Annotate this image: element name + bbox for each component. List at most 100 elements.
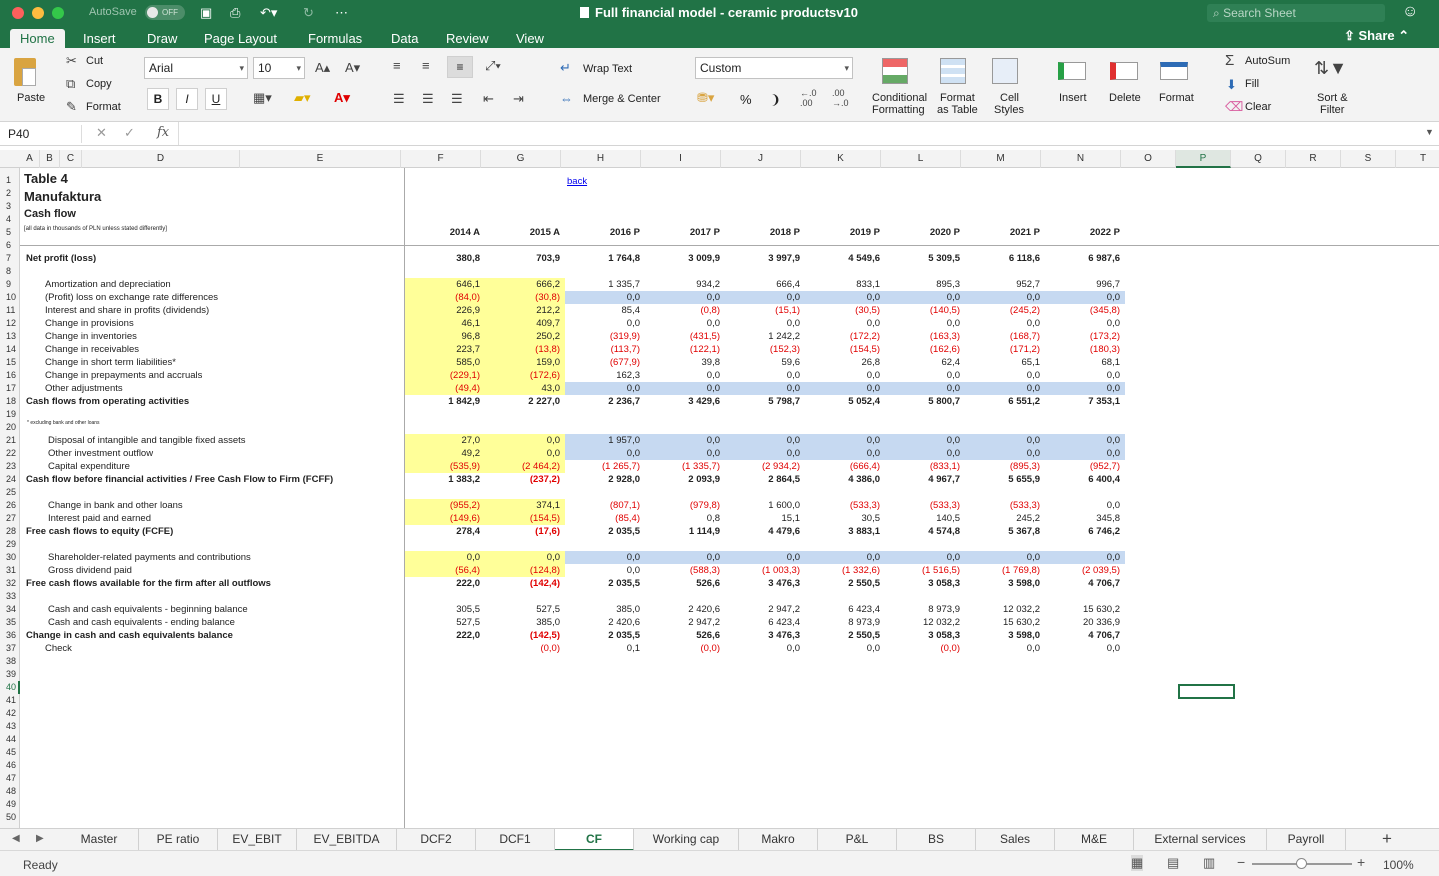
value-cell[interactable]: 20 336,9	[1045, 616, 1120, 629]
value-cell[interactable]: 345,8	[1045, 512, 1120, 525]
value-cell[interactable]: 6 987,6	[1045, 252, 1120, 265]
close-window-button[interactable]	[12, 7, 24, 19]
value-cell[interactable]: 3 598,0	[965, 577, 1040, 590]
value-cell[interactable]: 0,0	[485, 447, 560, 460]
row-header-20[interactable]: 20	[0, 421, 20, 434]
sheet-tab-bs[interactable]: BS	[897, 829, 976, 851]
sheet-tab-ev-ebitda[interactable]: EV_EBITDA	[297, 829, 397, 851]
column-header-E[interactable]: E	[240, 150, 401, 168]
zoom-out-icon[interactable]: −	[1237, 854, 1245, 870]
value-cell[interactable]: (955,2)	[405, 499, 480, 512]
row-header-39[interactable]: 39	[0, 668, 20, 681]
value-cell[interactable]: 85,4	[565, 304, 641, 317]
value-cell[interactable]: 1 957,0	[565, 434, 640, 447]
value-cell[interactable]: 833,1	[805, 278, 880, 291]
column-header-A[interactable]: A	[20, 150, 40, 168]
value-cell[interactable]: (666,4)	[805, 460, 880, 473]
autosum-icon[interactable]: Σ	[1225, 52, 1234, 69]
eraser-icon[interactable]: ⌫	[1225, 99, 1243, 115]
increase-font-icon[interactable]: A▴	[315, 60, 330, 76]
cut-button[interactable]: Cut	[86, 55, 103, 67]
value-cell[interactable]: 1 600,0	[725, 499, 800, 512]
share-button[interactable]: ⇪ Share ⌃	[1344, 28, 1409, 44]
value-cell[interactable]: 3 883,1	[805, 525, 880, 538]
value-cell[interactable]: 1 383,2	[405, 473, 480, 486]
value-cell[interactable]: 278,4	[405, 525, 480, 538]
value-cell[interactable]: 0,0	[805, 291, 880, 304]
value-cell[interactable]: 4 549,6	[805, 252, 880, 265]
value-cell[interactable]: 0,0	[805, 369, 880, 382]
value-cell[interactable]: 62,4	[885, 356, 961, 369]
row-header-14[interactable]: 14	[0, 343, 20, 356]
value-cell[interactable]: 6 746,2	[1045, 525, 1120, 538]
value-cell[interactable]: 226,9	[405, 304, 480, 317]
row-header-18[interactable]: 18	[0, 395, 20, 408]
value-cell[interactable]: 59,6	[725, 356, 801, 369]
search-sheet-input[interactable]: ⌕ Search Sheet	[1207, 4, 1385, 22]
value-cell[interactable]: 0,0	[1045, 447, 1120, 460]
accounting-format-icon[interactable]: ⛃▾	[697, 90, 714, 106]
fill-color-icon[interactable]: ▰▾	[294, 90, 311, 106]
selected-cell-P40[interactable]	[1178, 684, 1235, 699]
value-cell[interactable]: 2 420,6	[565, 616, 640, 629]
value-cell[interactable]: (84,0)	[405, 291, 480, 304]
value-cell[interactable]: 585,0	[405, 356, 480, 369]
value-cell[interactable]: (807,1)	[565, 499, 640, 512]
value-cell[interactable]: (172,6)	[485, 369, 560, 382]
percent-style-button[interactable]: %	[740, 92, 752, 107]
value-cell[interactable]: 0,8	[645, 512, 720, 525]
value-cell[interactable]: 0,0	[645, 369, 720, 382]
value-cell[interactable]: 4 386,0	[805, 473, 880, 486]
value-cell[interactable]: 305,5	[405, 603, 480, 616]
value-cell[interactable]: (13,8)	[485, 343, 560, 356]
value-cell[interactable]: 5 309,5	[885, 252, 960, 265]
value-cell[interactable]: 4 706,7	[1045, 577, 1120, 590]
value-cell[interactable]: 0,0	[725, 434, 800, 447]
tab-formulas[interactable]: Formulas	[298, 29, 372, 48]
align-middle-icon[interactable]: ≡	[422, 58, 430, 73]
value-cell[interactable]: 2 035,5	[565, 577, 640, 590]
value-cell[interactable]: 8 973,9	[805, 616, 880, 629]
merge-center-button[interactable]: Merge & Center	[583, 93, 661, 105]
value-cell[interactable]: 0,0	[565, 564, 640, 577]
column-header-R[interactable]: R	[1286, 150, 1341, 168]
row-header-15[interactable]: 15	[0, 356, 20, 369]
value-cell[interactable]: (180,3)	[1045, 343, 1120, 356]
copy-icon[interactable]: ⧉	[66, 76, 75, 92]
value-cell[interactable]: 0,0	[885, 291, 960, 304]
clear-button[interactable]: Clear	[1245, 101, 1271, 113]
value-cell[interactable]: 0,0	[725, 382, 800, 395]
formula-input[interactable]	[178, 122, 1428, 145]
value-cell[interactable]: (1 335,7)	[645, 460, 720, 473]
row-header-36[interactable]: 36	[0, 629, 20, 642]
value-cell[interactable]: 0,0	[485, 434, 560, 447]
name-box[interactable]: P40	[4, 125, 82, 143]
value-cell[interactable]: 27,0	[405, 434, 481, 447]
paste-button[interactable]: Paste	[10, 56, 50, 116]
sheet-tab-working-cap[interactable]: Working cap	[634, 829, 739, 851]
value-cell[interactable]: (245,2)	[965, 304, 1040, 317]
value-cell[interactable]: 245,2	[965, 512, 1040, 525]
column-header-N[interactable]: N	[1041, 150, 1121, 168]
value-cell[interactable]: (142,4)	[485, 577, 560, 590]
value-cell[interactable]: 6 423,4	[805, 603, 880, 616]
tab-insert[interactable]: Insert	[73, 29, 126, 48]
value-cell[interactable]: 0,0	[405, 551, 480, 564]
wrap-text-button[interactable]: Wrap Text	[583, 63, 632, 75]
merge-center-icon[interactable]: ⇔	[560, 91, 573, 106]
value-cell[interactable]: 250,2	[485, 330, 560, 343]
value-cell[interactable]: (122,1)	[645, 343, 720, 356]
sheet-tab-dcf2[interactable]: DCF2	[397, 829, 476, 851]
scissors-icon[interactable]: ✂	[66, 53, 77, 69]
value-cell[interactable]: (149,6)	[405, 512, 480, 525]
row-header-4[interactable]: 4	[0, 213, 20, 226]
column-header-C[interactable]: C	[60, 150, 82, 168]
scroll-left-icon[interactable]: ◀	[12, 833, 20, 844]
sort-filter-button[interactable]: Sort &	[1317, 92, 1348, 104]
value-cell[interactable]: 5 052,4	[805, 395, 880, 408]
cancel-icon[interactable]: ✕	[96, 125, 107, 141]
column-header-P[interactable]: P	[1176, 150, 1231, 168]
value-cell[interactable]: 0,0	[805, 317, 880, 330]
value-cell[interactable]: 3 997,9	[725, 252, 800, 265]
value-cell[interactable]: 2 093,9	[645, 473, 720, 486]
